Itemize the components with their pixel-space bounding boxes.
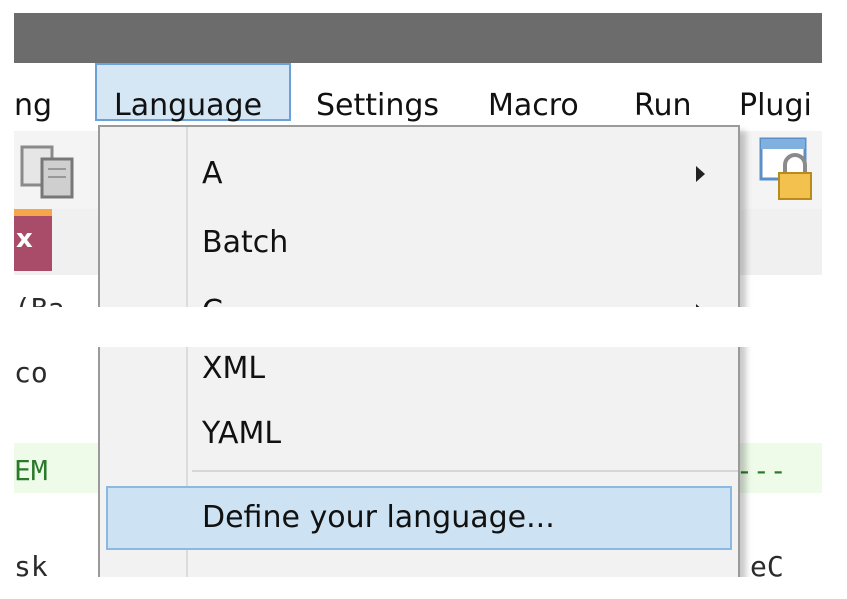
code-line-fragment: eC xyxy=(750,550,784,578)
menu-bar: ng Language Settings Macro Run Plugi xyxy=(14,63,822,131)
language-item-batch[interactable]: Batch xyxy=(100,212,738,274)
code-line: EM xyxy=(14,454,48,487)
language-item-yaml[interactable]: YAML xyxy=(100,403,738,465)
menu-item-label: cod xyxy=(202,561,256,577)
language-item-define-your-language[interactable]: Define your language... xyxy=(100,487,738,549)
menu-separator xyxy=(192,470,738,472)
code-line-fragment: --- xyxy=(736,454,787,487)
menu-run[interactable]: Run xyxy=(634,91,692,121)
app-window: ng Language Settings Macro Run Plugi x (… xyxy=(14,13,822,577)
language-item-a[interactable]: A xyxy=(100,143,738,205)
language-item-xml[interactable]: XML xyxy=(100,338,738,400)
language-menu-dropdown: A Batch C XML YAML Define your language.… xyxy=(98,125,740,577)
title-bar xyxy=(14,13,822,63)
menu-encoding[interactable]: ng xyxy=(14,91,52,121)
screenshot-gap xyxy=(14,307,822,347)
menu-item-label: Define your language... xyxy=(202,500,555,535)
menu-item-label: XML xyxy=(202,351,266,386)
menu-item-label: YAML xyxy=(202,416,282,451)
code-line: co xyxy=(14,356,48,389)
close-icon: x xyxy=(16,224,33,254)
tab-close-button[interactable]: x xyxy=(14,209,52,271)
menu-item-label: A xyxy=(202,156,223,191)
lock-icon[interactable] xyxy=(759,137,819,203)
menu-language[interactable]: Language xyxy=(114,91,262,121)
chevron-right-icon xyxy=(696,166,705,182)
language-item-cod[interactable]: cod xyxy=(100,561,738,577)
copy-icon[interactable] xyxy=(20,141,78,201)
menu-item-label: Batch xyxy=(202,225,289,260)
menu-macro[interactable]: Macro xyxy=(488,91,579,121)
menu-plugins[interactable]: Plugi xyxy=(739,91,812,121)
code-line: sk xyxy=(14,550,48,578)
menu-settings[interactable]: Settings xyxy=(316,91,439,121)
